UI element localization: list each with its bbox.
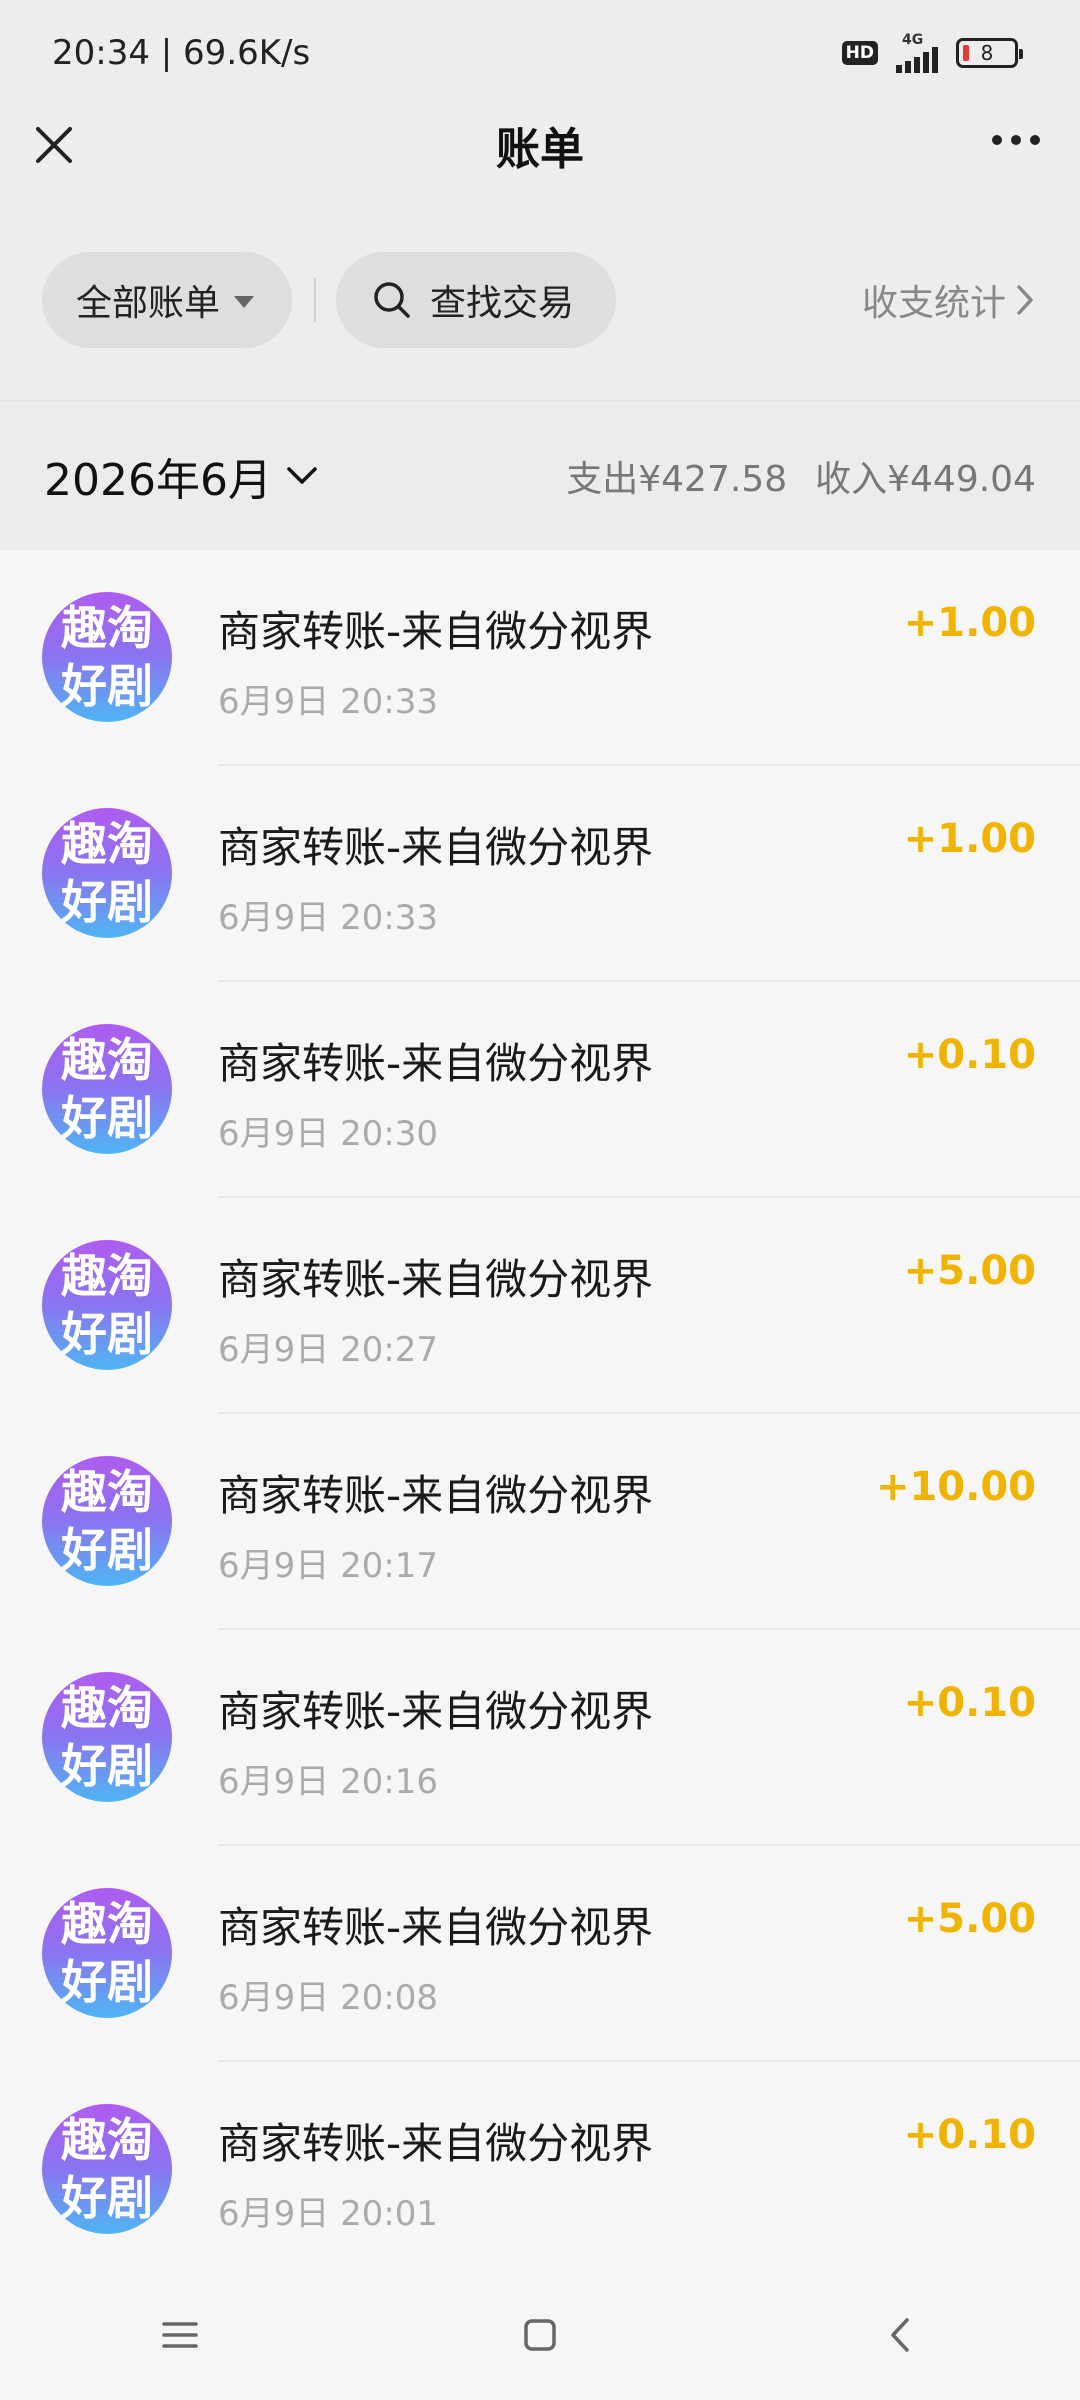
caret-down-icon (234, 296, 255, 308)
transaction-title: 商家转账-来自微分视界 (218, 823, 654, 872)
chevron-down-icon (287, 466, 317, 484)
transaction-row[interactable]: 趣淘 好剧 商家转账-来自微分视界 6月9日 20:17 +10.00 (0, 1414, 1080, 1630)
filter-divider (314, 278, 316, 322)
all-bills-filter-button[interactable]: 全部账单 (42, 252, 292, 348)
battery-icon: 8 (956, 37, 1023, 68)
nav-bar: 账单 (0, 105, 1080, 185)
battery-level: 8 (980, 40, 994, 65)
merchant-avatar: 趣淘 好剧 (42, 1240, 172, 1370)
merchant-avatar: 趣淘 好剧 (42, 592, 172, 722)
transaction-title: 商家转账-来自微分视界 (218, 1039, 654, 1088)
transaction-row[interactable]: 趣淘 好剧 商家转账-来自微分视界 6月9日 20:33 +1.00 (0, 550, 1080, 766)
month-summary-row: 2026年6月 支出¥427.58 收入¥449.04 (0, 400, 1080, 550)
stats-link[interactable]: 收支统计 (862, 252, 1034, 348)
transaction-row[interactable]: 趣淘 好剧 商家转账-来自微分视界 6月9日 20:30 +0.10 (0, 982, 1080, 1198)
status-icons: HD 4G 8 (841, 33, 1023, 73)
income-total: 收入¥449.04 (815, 458, 1036, 500)
page-title: 账单 (496, 124, 584, 175)
merchant-avatar: 趣淘 好剧 (42, 1888, 172, 2018)
transaction-time: 6月9日 20:01 (218, 2194, 439, 2234)
transaction-amount: +1.00 (903, 816, 1036, 862)
transaction-row[interactable]: 趣淘 好剧 商家转账-来自微分视界 6月9日 20:08 +5.00 (0, 1846, 1080, 2062)
transaction-title: 商家转账-来自微分视界 (218, 1903, 654, 1952)
hd-icon: HD (841, 40, 878, 65)
stats-label: 收支统计 (861, 283, 1006, 324)
system-nav-bar (0, 2270, 1080, 2400)
transaction-title: 商家转账-来自微分视界 (218, 2119, 654, 2168)
transaction-title: 商家转账-来自微分视界 (218, 607, 654, 656)
transaction-amount: +5.00 (903, 1896, 1036, 1942)
merchant-avatar: 趣淘 好剧 (42, 1456, 172, 1586)
search-label: 查找交易 (430, 283, 575, 324)
status-time-speed: 20:34 | 69.6K/s (52, 32, 311, 73)
transaction-time: 6月9日 20:08 (218, 1978, 439, 2018)
transaction-amount: +0.10 (903, 1680, 1036, 1726)
transaction-title: 商家转账-来自微分视界 (218, 1687, 654, 1736)
transaction-title: 商家转账-来自微分视界 (218, 1471, 654, 1520)
month-summary: 支出¥427.58 收入¥449.04 (566, 450, 1036, 502)
month-picker[interactable]: 2026年6月 (44, 444, 318, 508)
transaction-list: 趣淘 好剧 商家转账-来自微分视界 6月9日 20:33 +1.00 趣淘 好剧 商… (0, 550, 1080, 2278)
merchant-avatar: 趣淘 好剧 (42, 1672, 172, 1802)
transaction-time: 6月9日 20:33 (218, 682, 439, 722)
transaction-amount: +10.00 (875, 1464, 1036, 1510)
transaction-time: 6月9日 20:17 (218, 1546, 439, 1586)
merchant-avatar: 趣淘 好剧 (42, 808, 172, 938)
transaction-amount: +0.10 (903, 2112, 1036, 2158)
status-bar: 20:34 | 69.6K/s HD 4G 8 (0, 0, 1080, 105)
transaction-amount: +0.10 (903, 1032, 1036, 1078)
transaction-row[interactable]: 趣淘 好剧 商家转账-来自微分视界 6月9日 20:33 +1.00 (0, 766, 1080, 982)
expense-total: 支出¥427.58 (566, 458, 788, 500)
merchant-avatar: 趣淘 好剧 (42, 1024, 172, 1154)
transaction-time: 6月9日 20:30 (218, 1114, 439, 1154)
transaction-time: 6月9日 20:27 (218, 1330, 439, 1370)
transaction-time: 6月9日 20:16 (218, 1762, 439, 1802)
filter-row: 全部账单 查找交易 收支统计 (0, 252, 1080, 348)
transaction-title: 商家转账-来自微分视界 (218, 1255, 654, 1304)
more-icon[interactable] (992, 135, 1040, 145)
home-nav-button[interactable] (510, 2305, 570, 2365)
close-icon[interactable] (34, 125, 74, 165)
menu-icon (162, 2322, 198, 2348)
network-type: 4G (902, 31, 924, 48)
back-icon (891, 2318, 909, 2352)
merchant-avatar: 趣淘 好剧 (42, 2104, 172, 2234)
transaction-row[interactable]: 趣淘 好剧 商家转账-来自微分视界 6月9日 20:16 +0.10 (0, 1630, 1080, 1846)
transaction-row[interactable]: 趣淘 好剧 商家转账-来自微分视界 6月9日 20:27 +5.00 (0, 1198, 1080, 1414)
chevron-right-icon (1017, 285, 1033, 315)
month-label: 2026年6月 (44, 454, 272, 506)
back-nav-button[interactable] (870, 2305, 930, 2365)
search-transactions-button[interactable]: 查找交易 (336, 252, 616, 348)
transaction-time: 6月9日 20:33 (218, 898, 439, 938)
home-square-icon (524, 2319, 556, 2351)
transaction-amount: +1.00 (903, 600, 1036, 646)
signal-icon: 4G (896, 33, 938, 73)
menu-nav-button[interactable] (150, 2305, 210, 2365)
all-bills-label: 全部账单 (76, 283, 221, 324)
transaction-amount: +5.00 (903, 1248, 1036, 1294)
search-icon (374, 282, 410, 318)
transaction-row[interactable]: 趣淘 好剧 商家转账-来自微分视界 6月9日 20:01 +0.10 (0, 2062, 1080, 2278)
